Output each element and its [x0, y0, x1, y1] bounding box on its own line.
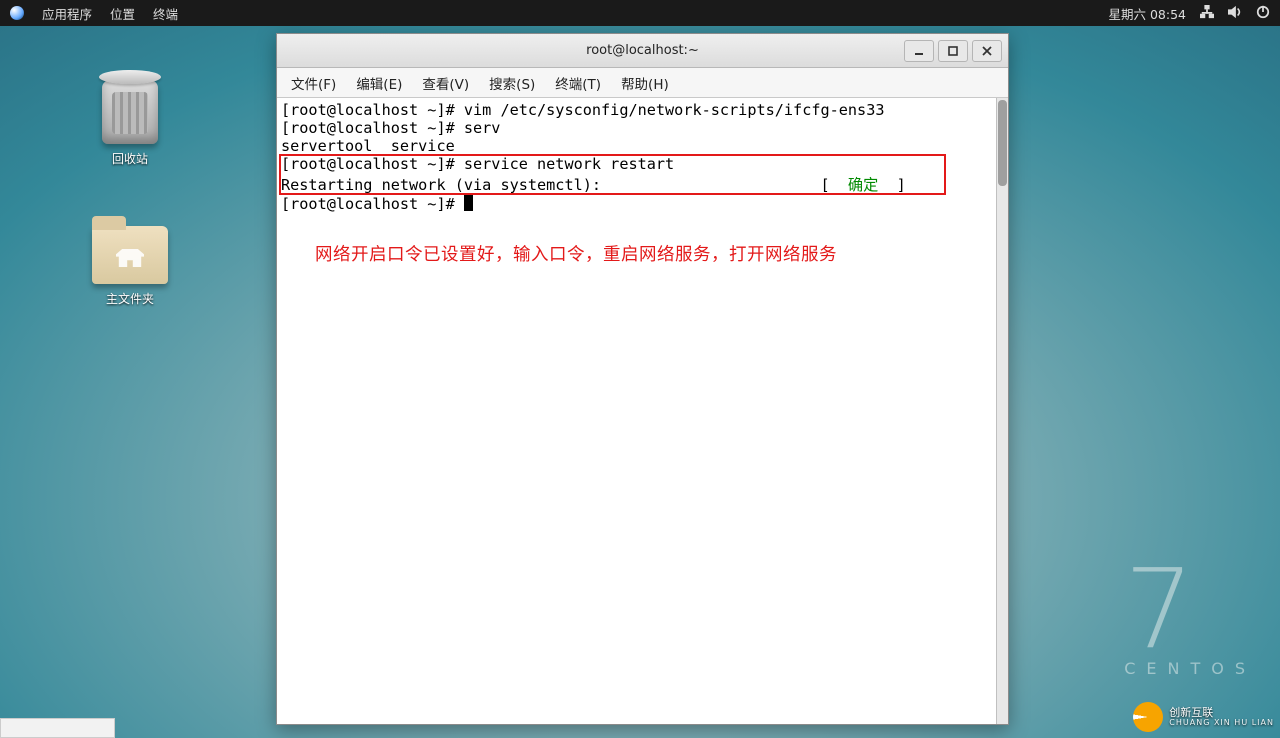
home-folder-label: 主文件夹 [80, 290, 180, 307]
watermark-text: 创新互联 [1169, 707, 1274, 719]
menu-terminal[interactable]: 终端 [153, 4, 178, 23]
watermark: 创新互联 CHUANG XIN HU LIAN [1133, 702, 1274, 732]
term-line-6: [root@localhost ~]# [281, 195, 464, 213]
close-button[interactable] [972, 40, 1002, 62]
menu-view[interactable]: 查看(V) [416, 73, 475, 93]
window-title: root@localhost:~ [586, 43, 699, 58]
bottom-taskbar-fragment [0, 718, 115, 738]
window-titlebar[interactable]: root@localhost:~ [277, 34, 1008, 68]
trash-desktop-icon[interactable]: 回收站 [80, 80, 180, 167]
terminal-scrollbar[interactable] [996, 98, 1008, 724]
terminal-window: root@localhost:~ 文件(F) 编辑(E) 查看(V) 搜索(S)… [276, 33, 1009, 725]
clock[interactable]: 星期六 08:54 [1109, 4, 1187, 23]
network-icon[interactable] [1200, 5, 1214, 22]
folder-icon [92, 226, 168, 284]
watermark-logo-icon [1133, 702, 1163, 732]
centos-name: CENTOS [1124, 659, 1256, 678]
minimize-button[interactable] [904, 40, 934, 62]
centos-version: 7 [1124, 565, 1256, 653]
terminal-content[interactable]: [root@localhost ~]# vim /etc/sysconfig/n… [277, 98, 1008, 724]
term-line-1: [root@localhost ~]# vim /etc/sysconfig/n… [281, 101, 884, 119]
term-line-5b: ] [878, 176, 905, 194]
term-line-3: servertool service [281, 137, 455, 155]
maximize-button[interactable] [938, 40, 968, 62]
menu-applications[interactable]: 应用程序 [42, 4, 92, 23]
menu-search[interactable]: 搜索(S) [483, 73, 541, 93]
centos-branding: 7 CENTOS [1124, 565, 1256, 678]
window-menubar: 文件(F) 编辑(E) 查看(V) 搜索(S) 终端(T) 帮助(H) [277, 68, 1008, 98]
term-line-5a: Restarting network (via systemctl): [ [281, 176, 848, 194]
menu-terminal-sub[interactable]: 终端(T) [549, 73, 607, 93]
term-line-4: [root@localhost ~]# service network rest… [281, 155, 674, 173]
home-folder-desktop-icon[interactable]: 主文件夹 [80, 226, 180, 307]
annotation-text: 网络开启口令已设置好，输入口令，重启网络服务，打开网络服务 [315, 241, 837, 266]
activities-logo-icon[interactable] [10, 6, 24, 20]
watermark-subtext: CHUANG XIN HU LIAN [1169, 719, 1274, 727]
trash-label: 回收站 [80, 150, 180, 167]
term-line-2: [root@localhost ~]# serv [281, 119, 500, 137]
trash-icon [102, 80, 158, 144]
power-icon[interactable] [1256, 5, 1270, 22]
menu-file[interactable]: 文件(F) [285, 73, 342, 93]
top-panel: 应用程序 位置 终端 星期六 08:54 [0, 0, 1280, 26]
scrollbar-thumb[interactable] [998, 100, 1007, 186]
volume-icon[interactable] [1228, 5, 1242, 22]
menu-help[interactable]: 帮助(H) [615, 73, 675, 93]
menu-edit[interactable]: 编辑(E) [350, 73, 408, 93]
terminal-cursor [464, 195, 473, 211]
term-ok: 确定 [848, 176, 878, 194]
menu-places[interactable]: 位置 [110, 4, 135, 23]
